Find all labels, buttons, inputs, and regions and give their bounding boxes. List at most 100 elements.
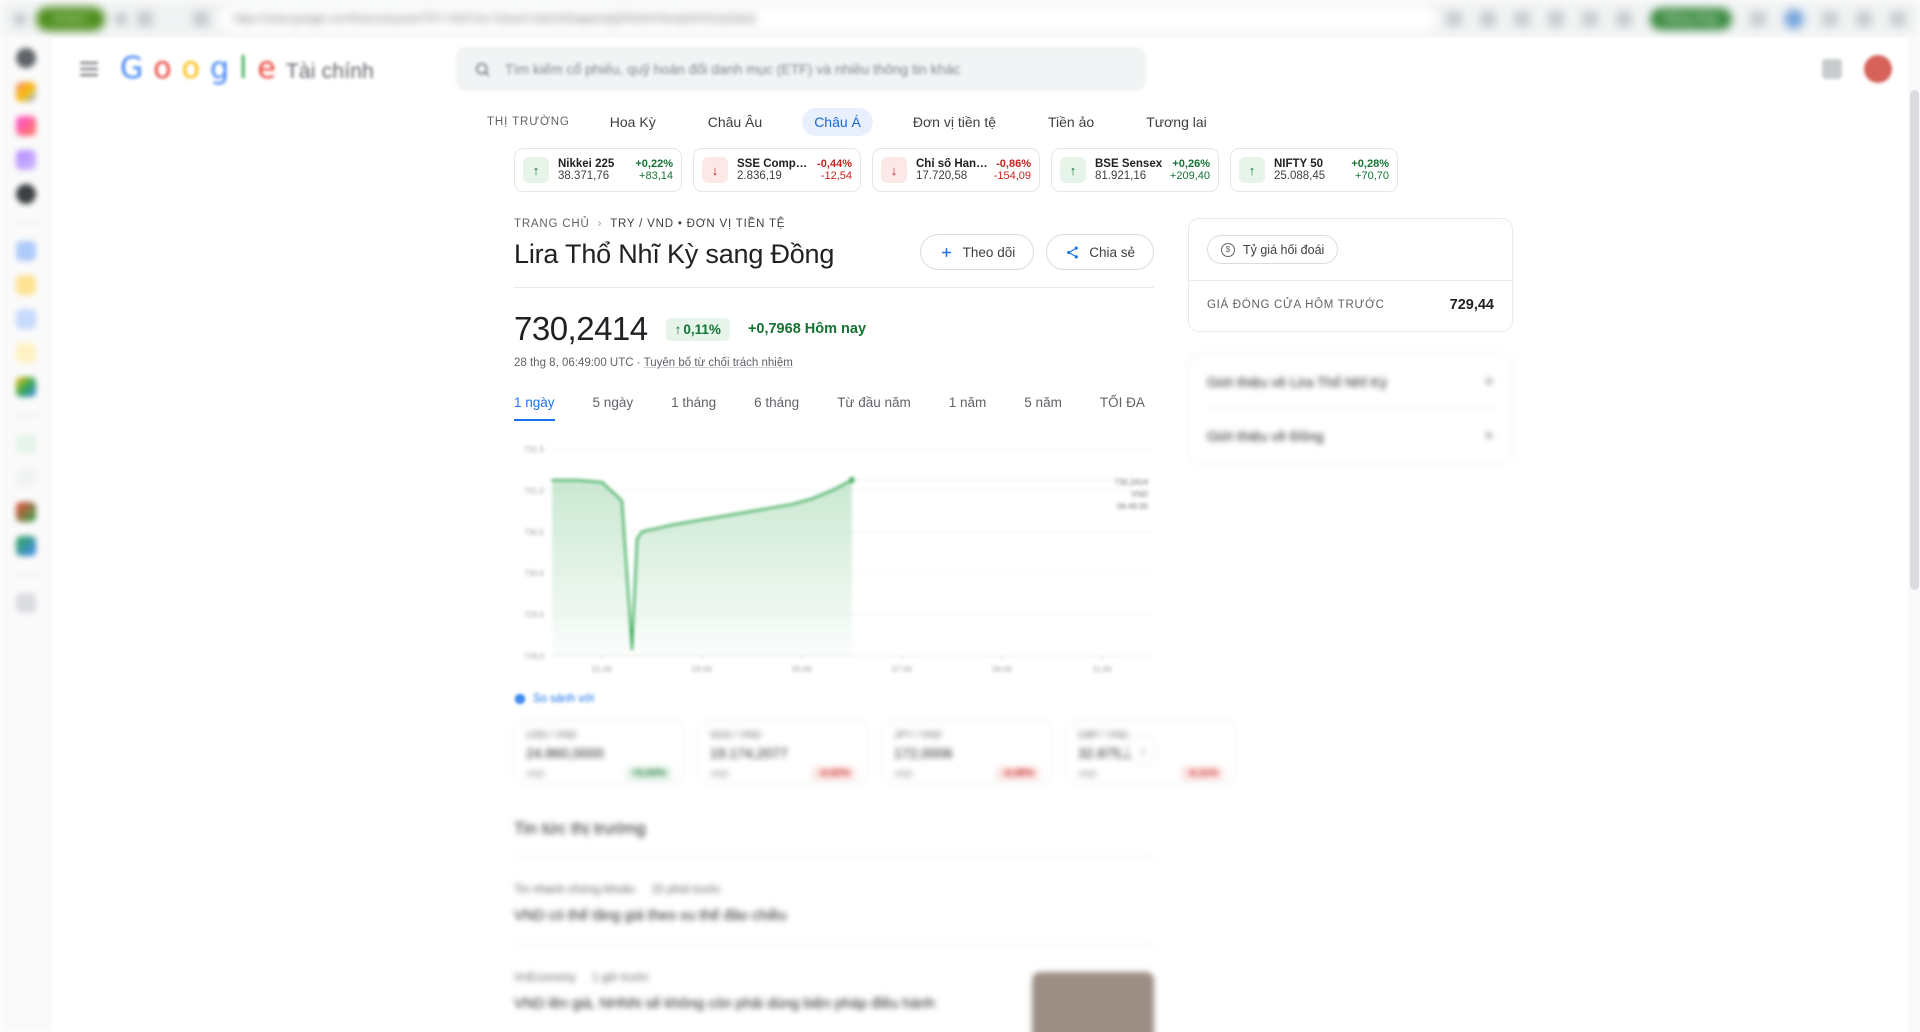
account-pill[interactable]: Đăng nhập: [1650, 8, 1732, 30]
chart-tooltip: 730,2414 VND 06:49:00: [1115, 477, 1148, 513]
scrollbar-track[interactable]: [1908, 38, 1920, 1032]
rail-icon-notes[interactable]: [15, 275, 36, 295]
back-icon[interactable]: [14, 13, 26, 25]
range-tab-5y[interactable]: 5 năm: [1024, 389, 1062, 421]
rail-icon-store[interactable]: [15, 502, 36, 522]
about-row-quote-currency[interactable]: Giới thiệu về Đồng +: [1189, 409, 1512, 462]
svg-text:09:00: 09:00: [992, 665, 1013, 674]
disclaimer-link[interactable]: Tuyên bố từ chối trách nhiệm: [644, 357, 793, 369]
rail-icon-terminal[interactable]: [15, 184, 36, 204]
ticker-card[interactable]: ↑ NIFTY 50 +0,28% 25.088,45 +70,70: [1230, 148, 1398, 192]
news-title: VND có thể tăng giá theo xu thế đảo chiề…: [514, 908, 787, 924]
svg-text:729,0: 729,0: [524, 652, 545, 661]
news-section: Tin tức thị trường Tin nhanh chứng khoán…: [514, 819, 1154, 1032]
split-view-icon[interactable]: [1548, 11, 1565, 27]
rail-icon-settings[interactable]: [15, 468, 36, 488]
ticker-change: -154,09: [993, 170, 1031, 182]
range-tab-5d[interactable]: 5 ngày: [593, 389, 634, 421]
exchange-rate-chip[interactable]: $ Tỷ giá hối đoái: [1207, 235, 1339, 264]
ticker-card[interactable]: ↓ Chỉ số Hang Seng -0,86% 17.720,58 -154…: [872, 148, 1040, 192]
app-rail: [0, 38, 52, 1032]
exchange-rate-card-top: $ Tỷ giá hối đoái: [1189, 219, 1512, 264]
rail-icon-home[interactable]: [15, 48, 36, 68]
address-bar[interactable]: https://www.google.com/finance/quote/TRY…: [219, 6, 1437, 32]
profile-icon[interactable]: [1582, 11, 1599, 27]
close-icon[interactable]: [1890, 11, 1906, 27]
market-nav-item-us[interactable]: Hoa Kỳ: [598, 108, 668, 136]
follow-button[interactable]: Theo dõi: [919, 234, 1035, 270]
scrollbar-thumb[interactable]: [1910, 90, 1919, 590]
breadcrumb-home[interactable]: TRANG CHỦ: [514, 218, 590, 230]
shield-icon: [193, 11, 210, 27]
ticker-card[interactable]: ↓ SSE Composite Ind… -0,44% 2.836,19 -12…: [693, 148, 861, 192]
rail-icon-slack[interactable]: [15, 150, 36, 170]
range-tab-1y[interactable]: 1 năm: [949, 389, 987, 421]
finance-page: G o o g l e Tài chính Tìm kiếm cổ phiếu,…: [52, 38, 1920, 1032]
about-row-base-currency[interactable]: Giới thiệu về Lira Thổ Nhĩ Kỳ +: [1189, 355, 1512, 408]
compare-card[interactable]: USD / VND 24.860,0000 VND +0,04%: [514, 721, 684, 783]
range-tab-max[interactable]: TỐI ĐA: [1100, 389, 1145, 421]
logo-letter-o2: o: [181, 51, 200, 86]
news-item[interactable]: VnEconomy 1 giờ trước VND lên giá, NHNN …: [514, 944, 1154, 1032]
ticker-change: +70,70: [1355, 170, 1389, 182]
svg-text:11:00: 11:00: [1092, 665, 1112, 674]
compare-unit: VND: [894, 768, 914, 779]
rail-icon-figma[interactable]: [15, 116, 36, 136]
ticker-top-row: SSE Composite Ind… -0,44%: [737, 158, 852, 170]
rail-icon-calendar[interactable]: [15, 309, 36, 329]
avatar[interactable]: [1784, 9, 1804, 29]
ticker-card[interactable]: ↑ BSE Sensex +0,26% 81.921,16 +209,40: [1051, 148, 1219, 192]
reload-icon[interactable]: [137, 11, 154, 27]
rail-icon-drive[interactable]: [15, 377, 36, 397]
compare-note[interactable]: So sánh với: [514, 693, 1154, 705]
search-input[interactable]: Tìm kiếm cổ phiếu, quỹ hoán đổi danh mục…: [456, 47, 1147, 91]
market-nav-item-currencies[interactable]: Đơn vị tiền tệ: [901, 108, 1008, 136]
compare-card[interactable]: SGD / VND 19.174,2077 VND -0,02%: [698, 721, 868, 783]
search-icon: [476, 62, 490, 76]
maximize-icon[interactable]: [1856, 11, 1872, 27]
minimize-icon[interactable]: [1822, 11, 1838, 27]
compare-footer: VND -0,02%: [710, 766, 856, 781]
hamburger-menu-icon[interactable]: [80, 62, 98, 76]
market-nav-item-asia[interactable]: Châu Á: [802, 108, 873, 136]
svg-text:729,5: 729,5: [524, 611, 545, 620]
news-item[interactable]: Tin nhanh chứng khoán 15 phút trước VND …: [514, 857, 1154, 927]
rail-icon-photos[interactable]: [15, 82, 36, 102]
ticker-strip: ↑ Nikkei 225 +0,22% 38.371,76 +83,14 ↓ S…: [52, 136, 1920, 192]
rail-icon-files[interactable]: [15, 343, 36, 363]
market-nav-item-europe[interactable]: Châu Âu: [696, 108, 774, 136]
range-tab-1d[interactable]: 1 ngày: [514, 389, 555, 421]
avatar[interactable]: [1864, 55, 1892, 83]
exchange-rate-card: $ Tỷ giá hối đoái GIÁ ĐÓNG CỬA HÔM TRƯỚC…: [1188, 218, 1513, 332]
bookmark-icon[interactable]: [1446, 11, 1463, 27]
logo-letter-l: l: [239, 51, 248, 86]
compare-card[interactable]: JPY / VND 172,0006 VND -0,08%: [882, 721, 1052, 783]
rail-icon-grid[interactable]: [15, 593, 36, 613]
rail-icon-music[interactable]: [15, 434, 36, 454]
range-tab-6m[interactable]: 6 tháng: [754, 389, 799, 421]
rail-icon-maps[interactable]: [15, 536, 36, 556]
compare-unit: VND: [1078, 768, 1098, 779]
share-button[interactable]: Chia sẻ: [1046, 234, 1154, 270]
search-placeholder: Tìm kiếm cổ phiếu, quỹ hoán đổi danh mục…: [505, 61, 961, 77]
extensions-icon[interactable]: [1514, 11, 1531, 27]
downloads-icon[interactable]: [1480, 11, 1497, 27]
ticker-card[interactable]: ↑ Nikkei 225 +0,22% 38.371,76 +83,14: [514, 148, 682, 192]
price-chart[interactable]: 731,5 731,0 730,5 730,0 729,5 729,0 01:00 03:0…: [514, 435, 1154, 685]
menu-icon[interactable]: [1750, 11, 1766, 27]
rail-icon-mail[interactable]: [15, 241, 36, 261]
search-tabs-icon[interactable]: [1616, 11, 1633, 27]
compare-next-button[interactable]: ›: [1128, 735, 1158, 765]
profile-pill[interactable]: Khách: [36, 7, 106, 31]
plus-icon: [941, 247, 951, 257]
google-logo[interactable]: G o o g l e Tài chính: [120, 54, 374, 84]
ticker-top-row: BSE Sensex +0,26%: [1095, 158, 1210, 170]
apps-grid-icon[interactable]: [1822, 59, 1842, 79]
market-nav-item-crypto[interactable]: Tiền ảo: [1036, 108, 1106, 136]
ticker-change: +83,14: [639, 170, 673, 182]
follow-label: Theo dõi: [962, 244, 1016, 260]
range-tab-1m[interactable]: 1 tháng: [671, 389, 716, 421]
market-nav-item-futures[interactable]: Tương lai: [1134, 108, 1219, 136]
forward-icon[interactable]: [115, 13, 128, 25]
range-tab-ytd[interactable]: Từ đầu năm: [837, 389, 911, 421]
